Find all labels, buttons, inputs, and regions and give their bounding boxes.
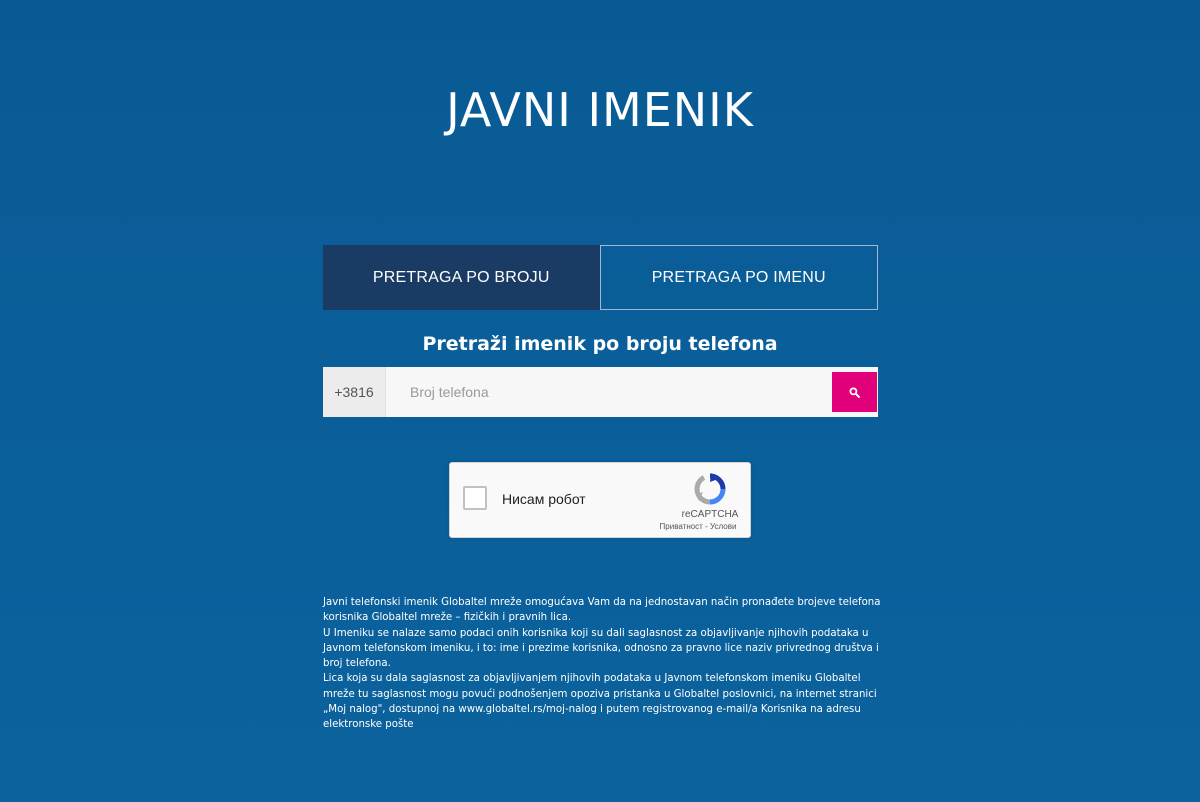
page-title: JAVNI IMENIK bbox=[446, 83, 754, 137]
country-prefix: +3816 bbox=[323, 367, 386, 417]
recaptcha-privacy-link[interactable]: Приватност bbox=[660, 522, 703, 531]
recaptcha-links: Приватност - Услови bbox=[646, 522, 750, 531]
search-heading: Pretraži imenik po broju telefona bbox=[422, 333, 778, 355]
recaptcha-brand: reCAPTCHA bbox=[681, 509, 739, 520]
phone-number-input[interactable] bbox=[386, 367, 832, 417]
info-paragraph: Lica koja su dala saglasnost za objavlji… bbox=[323, 673, 877, 731]
recaptcha-widget: Нисам робот reCAPTCHA Приватност - Услов… bbox=[449, 462, 751, 538]
info-text: Javni telefonski imenik Globaltel mreže … bbox=[323, 595, 883, 733]
recaptcha-logo-icon bbox=[694, 473, 726, 505]
recaptcha-checkbox[interactable] bbox=[463, 486, 487, 510]
info-paragraph: Javni telefonski imenik Globaltel mreže … bbox=[323, 597, 881, 624]
search-icon bbox=[849, 387, 860, 398]
tab-search-by-name[interactable]: PRETRAGA PO IMENU bbox=[599, 245, 878, 310]
recaptcha-links-separator: - bbox=[702, 522, 710, 531]
recaptcha-terms-link[interactable]: Услови bbox=[710, 522, 736, 531]
recaptcha-label: Нисам робот bbox=[502, 491, 586, 507]
phone-search-bar: +3816 bbox=[323, 367, 878, 417]
search-tabs: PRETRAGA PO BROJU PRETRAGA PO IMENU bbox=[323, 245, 878, 310]
search-button[interactable] bbox=[832, 372, 877, 412]
info-paragraph: U Imeniku se nalaze samo podaci onih kor… bbox=[323, 627, 879, 670]
tab-search-by-number[interactable]: PRETRAGA PO BROJU bbox=[323, 245, 600, 310]
